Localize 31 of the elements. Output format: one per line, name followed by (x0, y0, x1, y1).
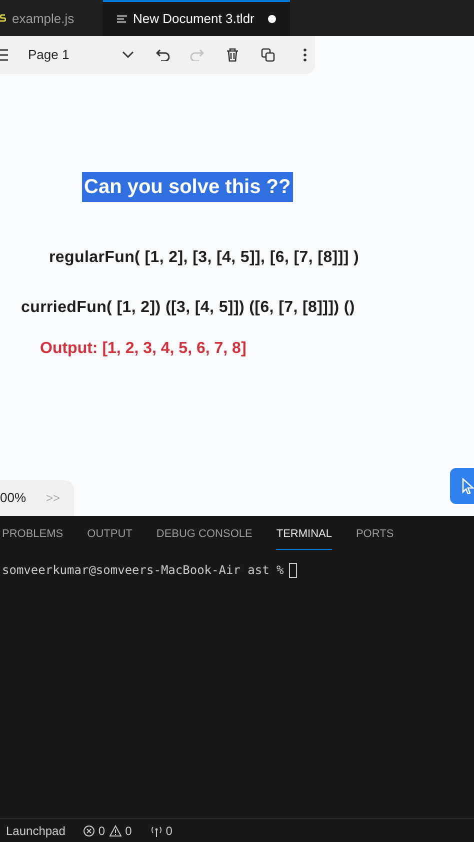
terminal-prompt: somveerkumar@somveers-MacBook-Air ast % (2, 562, 284, 579)
panel-tab[interactable]: OUTPUT (87, 520, 132, 550)
warning-count[interactable]: 0 (125, 822, 132, 840)
error-icon[interactable] (83, 824, 96, 836)
undo-icon[interactable] (156, 49, 170, 61)
code-line: regularFun( [1, 2], [3, [4, 5]], [6, [7, [8]]] ) (49, 248, 360, 268)
antenna-icon[interactable] (150, 824, 163, 836)
chevron-down-icon[interactable] (122, 51, 134, 59)
editor-tab[interactable]: New Document 3.tldr (103, 0, 290, 36)
panel-tab[interactable]: PROBLEMS (2, 520, 64, 550)
error-count[interactable]: 0 (98, 822, 106, 840)
output-text: Output: [1, 2, 3, 4, 5, 6, 7, 8] (40, 339, 246, 359)
warning-icon[interactable] (109, 824, 122, 836)
duplicate-icon[interactable] (261, 48, 275, 62)
cursor-icon (462, 478, 474, 494)
zoom-level[interactable]: 00% (0, 488, 26, 508)
file-lines-icon (117, 14, 127, 24)
menu-icon[interactable] (0, 49, 8, 61)
terminal-cursor (288, 562, 297, 578)
select-tool-button[interactable] (448, 466, 474, 506)
more-icon[interactable] (303, 48, 307, 62)
launchpad-label[interactable]: Launchpad (6, 822, 66, 840)
trash-icon[interactable] (226, 48, 239, 62)
panel-tab[interactable]: DEBUG CONSOLE (156, 520, 252, 550)
ports-count[interactable]: 0 (166, 822, 172, 840)
code-line: curriedFun( [1, 2]) ([3, [4, 5]]) ([6, [7, [8]]]) () (21, 298, 355, 318)
highlighted-title: Can you solve this ?? (82, 172, 293, 202)
file-type-icon (0, 14, 6, 24)
panel-tab[interactable]: PORTS (356, 520, 394, 550)
page-name[interactable]: Page 1 (28, 45, 108, 65)
panel-tab[interactable]: TERMINAL (276, 520, 332, 550)
